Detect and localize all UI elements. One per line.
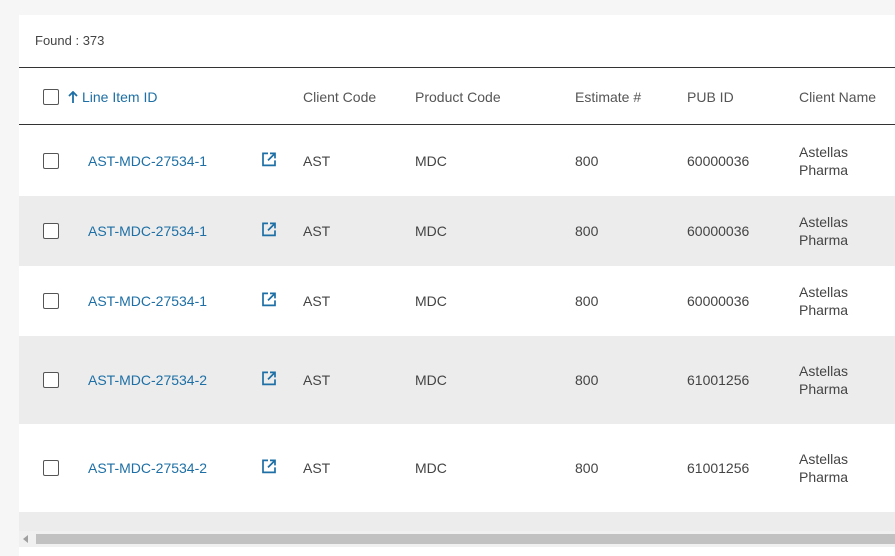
scroll-left-arrow-icon[interactable]	[23, 535, 28, 543]
table-row-partial	[19, 512, 895, 532]
row-checkbox[interactable]	[43, 372, 59, 388]
scrollbar-thumb[interactable]	[36, 534, 895, 544]
pub-id-cell: 61001256	[687, 460, 750, 476]
estimate-cell: 800	[575, 223, 599, 239]
line-item-id-link[interactable]: AST-MDC-27534-1	[88, 223, 207, 239]
product-code-cell: MDC	[415, 223, 447, 239]
client-code-cell: AST	[303, 153, 331, 169]
client-code-cell: AST	[303, 293, 331, 309]
column-header-pub-id[interactable]: PUB ID	[687, 89, 734, 105]
row-checkbox[interactable]	[43, 153, 59, 169]
table-row: AST-MDC-27534-1 AST MDC 800 60000036 Ast…	[19, 266, 895, 336]
pub-id-cell: 60000036	[687, 293, 750, 309]
table-row: AST-MDC-27534-1 AST MDC 800 60000036 Ast…	[19, 126, 895, 196]
horizontal-scrollbar[interactable]	[19, 531, 895, 547]
table-header: Line Item ID Client Code Product Code Es…	[19, 67, 895, 125]
product-code-cell: MDC	[415, 460, 447, 476]
client-name-cell: Astellas Pharma	[799, 284, 849, 318]
estimate-cell: 800	[575, 372, 599, 388]
external-link-icon[interactable]	[261, 291, 277, 307]
column-header-estimate[interactable]: Estimate #	[575, 89, 641, 105]
column-header-line-item-id[interactable]: Line Item ID	[68, 89, 157, 105]
line-item-id-link[interactable]: AST-MDC-27534-2	[88, 372, 207, 388]
client-code-cell: AST	[303, 460, 331, 476]
product-code-cell: MDC	[415, 372, 447, 388]
line-item-id-link[interactable]: AST-MDC-27534-2	[88, 460, 207, 476]
external-link-icon[interactable]	[261, 151, 277, 167]
pub-id-cell: 60000036	[687, 223, 750, 239]
row-checkbox[interactable]	[43, 293, 59, 309]
column-header-label: Line Item ID	[82, 89, 158, 105]
client-name-cell: Astellas Pharma	[799, 451, 849, 485]
results-panel: Found : 373 Line Item ID Client Code Pro…	[19, 15, 895, 556]
product-code-cell: MDC	[415, 153, 447, 169]
external-link-icon[interactable]	[261, 458, 277, 474]
column-header-client-code[interactable]: Client Code	[303, 89, 376, 105]
column-header-client-name[interactable]: Client Name	[799, 89, 876, 105]
pub-id-cell: 60000036	[687, 153, 750, 169]
table-row: AST-MDC-27534-2 AST MDC 800 61001256 Ast…	[19, 424, 895, 512]
arrow-up-icon	[68, 90, 78, 104]
client-code-cell: AST	[303, 223, 331, 239]
estimate-cell: 800	[575, 460, 599, 476]
results-count: Found : 373	[35, 33, 105, 48]
product-code-cell: MDC	[415, 293, 447, 309]
select-all-checkbox[interactable]	[43, 89, 59, 105]
estimate-cell: 800	[575, 153, 599, 169]
table-row: AST-MDC-27534-2 AST MDC 800 61001256 Ast…	[19, 336, 895, 424]
pub-id-cell: 61001256	[687, 372, 750, 388]
row-checkbox[interactable]	[43, 460, 59, 476]
table-row: AST-MDC-27534-1 AST MDC 800 60000036 Ast…	[19, 196, 895, 266]
client-name-cell: Astellas Pharma	[799, 363, 849, 397]
line-item-id-link[interactable]: AST-MDC-27534-1	[88, 293, 207, 309]
client-name-cell: Astellas Pharma	[799, 144, 849, 178]
row-checkbox[interactable]	[43, 223, 59, 239]
external-link-icon[interactable]	[261, 370, 277, 386]
client-code-cell: AST	[303, 372, 331, 388]
external-link-icon[interactable]	[261, 221, 277, 237]
column-header-product-code[interactable]: Product Code	[415, 89, 501, 105]
estimate-cell: 800	[575, 293, 599, 309]
table-body: AST-MDC-27534-1 AST MDC 800 60000036 Ast…	[19, 126, 895, 532]
client-name-cell: Astellas Pharma	[799, 214, 849, 248]
line-item-id-link[interactable]: AST-MDC-27534-1	[88, 153, 207, 169]
